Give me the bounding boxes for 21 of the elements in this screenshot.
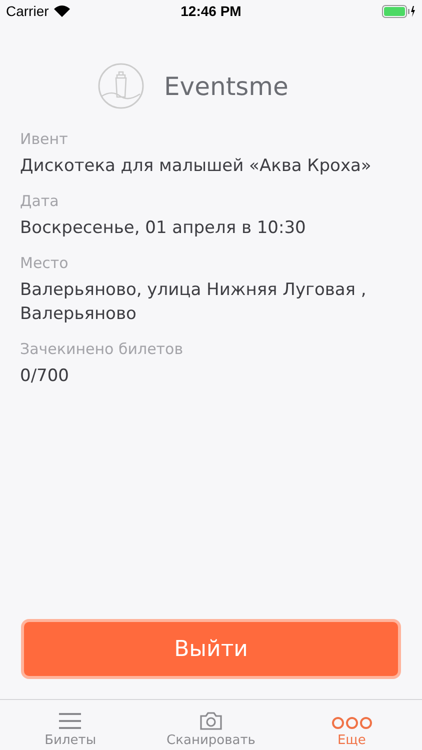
field-value: 0/700	[20, 365, 70, 388]
battery-icon	[382, 4, 416, 18]
tab-bar-item[interactable]: Еще	[281, 700, 422, 750]
field-value: Дискотека для малышей «Аква Кроха»	[20, 155, 372, 178]
logout-button[interactable]: Выйти	[21, 619, 401, 679]
lighthouse-logo-icon	[98, 63, 144, 109]
status-time: 12:46 PM	[180, 3, 242, 19]
field-label: Ивент	[20, 130, 69, 148]
field-value: Воскресенье, 01 апреля в 10:30	[20, 217, 307, 240]
field-label: Зачекинено билетов	[20, 340, 184, 358]
menu-icon	[58, 712, 82, 730]
tab-bar-item[interactable]: Билеты	[0, 700, 141, 750]
app-title: Eventsme	[164, 72, 288, 100]
camera-icon	[199, 712, 223, 730]
carrier-label: Carrier	[6, 3, 49, 19]
field-label: Место	[20, 254, 70, 272]
field-value: Валерьяново, улица Нижняя Луговая , Валерьяново	[20, 279, 368, 326]
field-label: Дата	[20, 192, 60, 210]
more-icon	[332, 716, 372, 730]
tab-bar-item[interactable]: Сканировать	[140, 700, 282, 750]
wifi-icon	[54, 5, 70, 17]
